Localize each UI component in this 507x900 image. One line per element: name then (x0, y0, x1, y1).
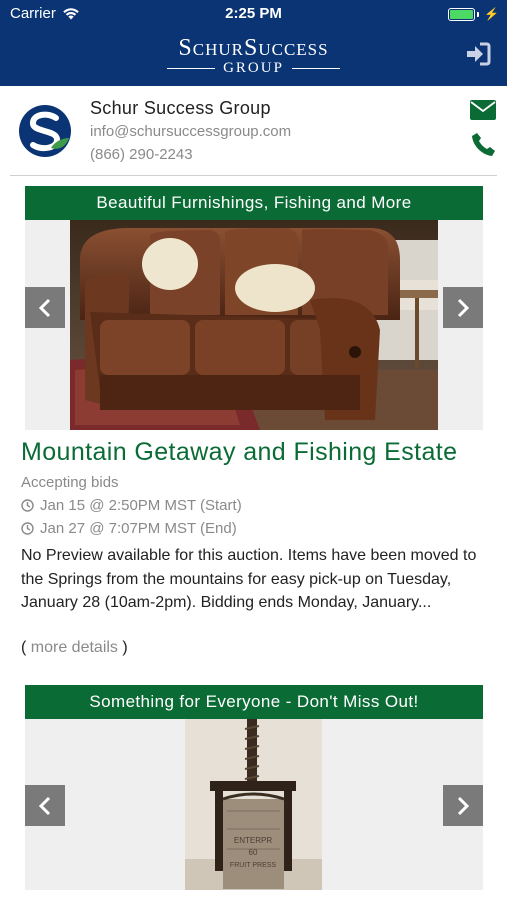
more-details: ( more details ) (21, 639, 128, 657)
chevron-right-icon (457, 796, 470, 815)
logo-rule-right (291, 67, 340, 69)
auction-banner[interactable]: Beautiful Furnishings, Fishing and More (25, 186, 483, 220)
more-close-paren: ) (117, 639, 128, 656)
logo-rule-left (167, 67, 216, 69)
auction-photo[interactable] (70, 220, 438, 430)
sign-in-icon[interactable] (465, 42, 491, 66)
auction-photo[interactable]: ENTERPR 60 FRUIT PRESS (185, 719, 322, 890)
clock-icon (21, 522, 34, 535)
bid-status: Accepting bids (21, 474, 119, 491)
auction-title[interactable]: Mountain Getaway and Fishing Estate (21, 438, 457, 467)
carousel-next-button[interactable] (443, 785, 483, 826)
end-date-text: Jan 27 @ 7:07PM MST (End) (40, 520, 237, 537)
photo-label-1: ENTERPR (234, 836, 272, 845)
chevron-right-icon (457, 298, 470, 317)
end-date: Jan 27 @ 7:07PM MST (End) (21, 520, 237, 537)
logo-line1: SchurSuccess (178, 35, 329, 61)
image-carousel[interactable]: ENTERPR 60 FRUIT PRESS (25, 719, 483, 890)
battery-icon: ⚡ (448, 7, 499, 21)
company-name: Schur Success Group (90, 98, 271, 118)
charging-icon: ⚡ (484, 7, 499, 21)
header-divider (10, 175, 497, 176)
carousel-prev-button[interactable] (25, 785, 65, 826)
auction-banner[interactable]: Something for Everyone - Don't Miss Out! (25, 685, 483, 719)
chevron-left-icon (38, 796, 51, 815)
more-details-link[interactable]: more details (31, 639, 118, 656)
auction-description: No Preview available for this auction. I… (21, 547, 477, 611)
carousel-next-button[interactable] (443, 287, 483, 328)
company-email[interactable]: info@schursuccessgroup.com (90, 123, 291, 140)
app-logo[interactable]: SchurSuccess GROUP (0, 36, 507, 76)
company-logo (19, 105, 71, 157)
envelope-icon[interactable] (470, 100, 496, 120)
status-time: 2:25 PM (225, 5, 282, 22)
start-date-text: Jan 15 @ 2:50PM MST (Start) (40, 497, 242, 514)
company-header: Schur Success Group info@schursuccessgro… (0, 86, 507, 176)
chevron-left-icon (38, 298, 51, 317)
auction-card[interactable]: Something for Everyone - Don't Miss Out!… (0, 685, 507, 890)
photo-label-2: 60 (249, 848, 258, 857)
photo-label-3: FRUIT PRESS (230, 862, 276, 869)
auction-card[interactable]: Beautiful Furnishings, Fishing and More (0, 186, 507, 666)
phone-icon[interactable] (471, 132, 496, 157)
top-bar: Carrier 2:25 PM ⚡ SchurSuccess GROUP (0, 0, 507, 86)
clock-icon (21, 499, 34, 512)
company-phone[interactable]: (866) 290-2243 (90, 146, 193, 163)
carousel-prev-button[interactable] (25, 287, 65, 328)
logo-line2: GROUP (223, 60, 284, 76)
image-carousel[interactable] (25, 220, 483, 430)
more-open-paren: ( (21, 639, 31, 656)
status-bar: Carrier 2:25 PM ⚡ (0, 0, 507, 28)
start-date: Jan 15 @ 2:50PM MST (Start) (21, 497, 242, 514)
